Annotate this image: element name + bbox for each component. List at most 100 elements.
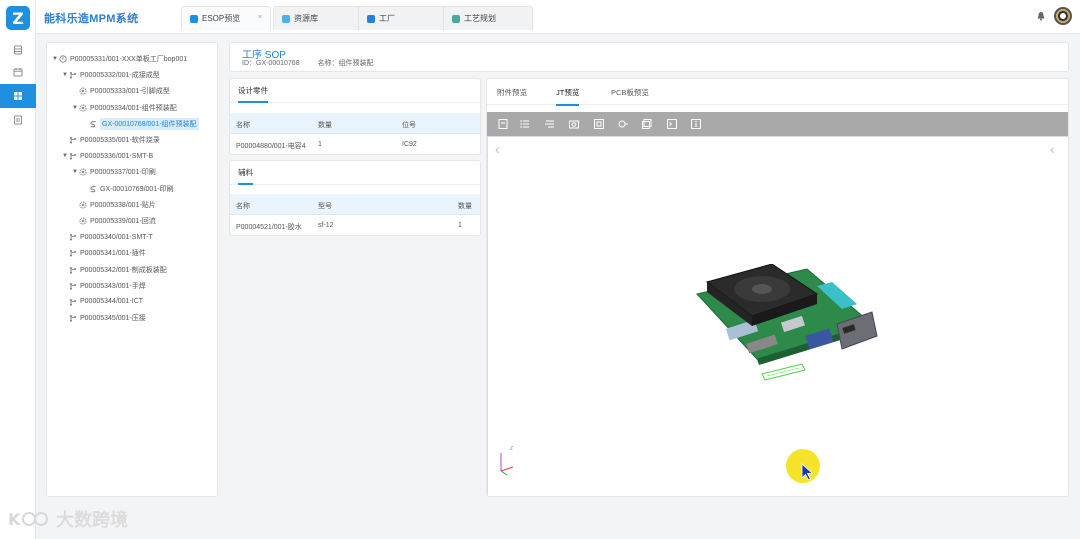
tree-node[interactable]: P00005345/001-压接 bbox=[47, 310, 217, 326]
card-header: 辅料 bbox=[230, 161, 480, 185]
auxiliary-title[interactable]: 辅料 bbox=[238, 167, 253, 185]
tab-esop-preview[interactable]: ESOP预览 × bbox=[181, 6, 271, 30]
axis-triad-icon bbox=[500, 453, 514, 476]
tree-node[interactable]: P00005338/001-贴片 bbox=[47, 197, 217, 213]
branch-icon bbox=[69, 282, 77, 290]
watermark-logo-icon: K bbox=[8, 510, 48, 529]
table-cell: IC92 bbox=[402, 141, 417, 148]
frame-icon[interactable] bbox=[593, 118, 605, 130]
column-header: 名称 bbox=[236, 203, 250, 210]
tree-node[interactable]: P00005335/001-软件烧录 bbox=[47, 132, 217, 148]
table-cell: 1 bbox=[458, 222, 462, 229]
expand-arrow-icon[interactable]: ▼ bbox=[71, 105, 79, 111]
tree-node-label: P00005337/001-印刷 bbox=[90, 169, 156, 177]
tab-label: ESOP预览 bbox=[202, 14, 241, 23]
user-avatar[interactable] bbox=[1054, 7, 1072, 25]
expand-arrow-icon[interactable]: ▼ bbox=[51, 56, 59, 62]
rail-calendar-button[interactable] bbox=[0, 60, 36, 84]
card-header: 设计零件 bbox=[230, 79, 480, 103]
info-icon[interactable] bbox=[690, 118, 702, 130]
fit-icon[interactable] bbox=[497, 118, 509, 130]
tree-node-label: P00005338/001-贴片 bbox=[90, 201, 156, 209]
tab-factory[interactable]: 工厂 bbox=[358, 6, 448, 30]
planning-icon bbox=[452, 14, 460, 23]
tree-node[interactable]: P00005343/001-手焊 bbox=[47, 278, 217, 294]
gear-icon bbox=[79, 104, 87, 112]
list-icon[interactable] bbox=[519, 118, 531, 130]
process-icon bbox=[89, 120, 97, 128]
tree-node[interactable]: P00005342/001-制成板装配 bbox=[47, 261, 217, 277]
branch-icon bbox=[69, 266, 77, 274]
tree-node-label: P00005343/001-手焊 bbox=[80, 282, 146, 290]
process-id: ID：GX-00010768 bbox=[242, 60, 300, 67]
tree-node[interactable]: P00005339/001-回流 bbox=[47, 213, 217, 229]
camera-icon[interactable] bbox=[568, 118, 580, 130]
tab-pcb-preview[interactable]: PCB板预览 bbox=[611, 87, 649, 98]
table-cell: 1 bbox=[318, 141, 322, 148]
preview-tabs: 附件预览 JT预览 PCB板预览 bbox=[487, 79, 1068, 106]
rail-document-button[interactable] bbox=[0, 108, 36, 132]
bop-tree: ▼ P00005331/001-XXX单板工厂bop001 ▼ P00005332/0… bbox=[46, 42, 218, 497]
table-header-row: 名称 数量 位号 bbox=[230, 113, 480, 134]
factory-icon bbox=[367, 14, 375, 23]
table-header-row: 名称 型号 数量 bbox=[230, 194, 480, 215]
terminal-icon[interactable] bbox=[666, 118, 678, 130]
design-parts-title[interactable]: 设计零件 bbox=[238, 85, 268, 103]
table-row[interactable]: P00004521/001-胶水 sf-12 1 bbox=[230, 215, 480, 236]
expand-arrow-icon[interactable]: ▼ bbox=[61, 153, 69, 159]
watermark: K 大数跨境 bbox=[8, 506, 128, 532]
table-cell: P00004521/001-胶水 bbox=[236, 224, 302, 231]
tree-node[interactable]: ▼ P00005337/001-印刷 bbox=[47, 164, 217, 180]
tree-node-label: P00005345/001-压接 bbox=[80, 315, 146, 323]
tree-node[interactable]: ▼ P00005331/001-XXX单板工厂bop001 bbox=[47, 51, 217, 67]
tab-process-planning[interactable]: 工艺规划 bbox=[443, 6, 533, 30]
bell-icon[interactable] bbox=[1036, 11, 1046, 21]
settings-icon[interactable] bbox=[617, 118, 629, 130]
app-title: 能科乐造MPM系统 bbox=[44, 13, 139, 25]
tree-node[interactable]: P00005344/001-ICT bbox=[47, 294, 217, 310]
rail-database-button[interactable] bbox=[0, 38, 36, 62]
next-model-button[interactable]: ‹ bbox=[1050, 141, 1055, 157]
tree-node[interactable]: P00005340/001-SMT-T bbox=[47, 229, 217, 245]
tree-node[interactable]: P00005341/001-插件 bbox=[47, 245, 217, 261]
tree-node[interactable]: P00005333/001-引脚成型 bbox=[47, 83, 217, 99]
tree-node-label: P00005342/001-制成板装配 bbox=[80, 266, 167, 274]
design-parts-card: 设计零件 名称 数量 位号 P00004880/001-电容4 1 IC92 bbox=[229, 78, 481, 155]
tree-node[interactable]: GX-00010768/001-组件预装配 bbox=[47, 116, 217, 132]
gear-icon bbox=[79, 217, 87, 225]
tree-node-label: GX-00010768/001-组件预装配 bbox=[100, 117, 199, 130]
mouse-cursor-icon bbox=[801, 463, 814, 481]
database-icon bbox=[14, 45, 22, 55]
prev-model-button[interactable]: ‹ bbox=[495, 141, 500, 157]
top-header: 能科乐造MPM系统 ESOP预览 × 资源库 工厂 工艺规划 bbox=[36, 0, 1080, 34]
tree-node-label: P00005335/001-软件烧录 bbox=[80, 137, 160, 145]
auxiliary-card: 辅料 名称 型号 数量 P00004521/001-胶水 sf-12 1 bbox=[229, 160, 481, 236]
tab-resource-library[interactable]: 资源库 bbox=[273, 6, 363, 30]
table-row[interactable]: P00004880/001-电容4 1 IC92 bbox=[230, 134, 480, 155]
calendar-icon bbox=[13, 68, 23, 77]
branch-icon bbox=[69, 152, 77, 160]
tree-node[interactable]: GX-00010769/001-印刷 bbox=[47, 181, 217, 197]
expand-arrow-icon[interactable]: ▼ bbox=[61, 72, 69, 78]
tree-node-label: P00005339/001-回流 bbox=[90, 217, 156, 225]
app-root: Z 能科乐造MPM系统 ESOP预览 × 资源库 工厂 工艺规划 ▼ P0000… bbox=[0, 0, 1080, 539]
tree-node-label: GX-00010769/001-印刷 bbox=[100, 185, 174, 193]
tab-label: 资源库 bbox=[294, 14, 318, 23]
tree-node-label: P00005340/001-SMT-T bbox=[80, 233, 153, 241]
tree-node[interactable]: ▼ P00005334/001-组件预装配 bbox=[47, 100, 217, 116]
expand-arrow-icon[interactable]: ▼ bbox=[71, 169, 79, 175]
table-cell: sf-12 bbox=[318, 222, 334, 229]
graphics-card-model[interactable] bbox=[687, 264, 887, 389]
gear-icon bbox=[79, 201, 87, 209]
close-icon[interactable]: × bbox=[258, 14, 262, 21]
copy-icon[interactable] bbox=[641, 118, 653, 130]
tree-node[interactable]: ▼ P00005332/001-成接成型 bbox=[47, 67, 217, 83]
layers-icon[interactable] bbox=[544, 118, 556, 130]
design-parts-table: 名称 数量 位号 P00004880/001-电容4 1 IC92 bbox=[230, 113, 480, 155]
tree-node-label: P00005331/001-XXX单板工厂bop001 bbox=[70, 56, 188, 64]
tab-attachment-preview[interactable]: 附件预览 bbox=[497, 87, 527, 98]
app-logo[interactable]: Z bbox=[6, 6, 30, 30]
tree-node[interactable]: ▼ P00005336/001-SMT-B bbox=[47, 148, 217, 164]
rail-grid-button[interactable] bbox=[0, 84, 36, 108]
tab-jt-preview[interactable]: JT预览 bbox=[556, 87, 580, 106]
